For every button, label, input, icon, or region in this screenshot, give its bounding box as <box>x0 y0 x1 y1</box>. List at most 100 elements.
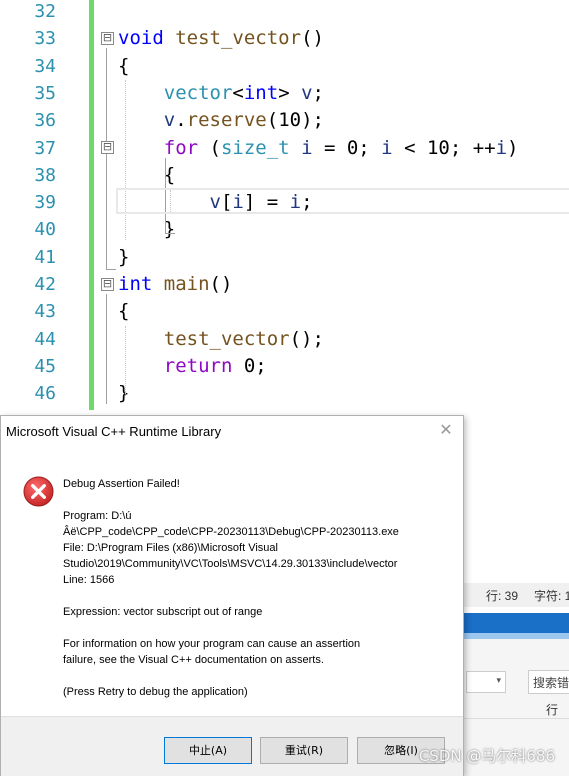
code-line[interactable]: { <box>118 53 129 80</box>
program-line-2: Âë\CPP_code\CPP_code\CPP-20230113\Debug\… <box>63 526 399 538</box>
code-line[interactable]: void test_vector() <box>118 25 324 52</box>
status-char: 字符: 1 <box>534 589 569 603</box>
close-icon[interactable]: ✕ <box>437 421 455 439</box>
code-line[interactable]: int main() <box>118 271 232 298</box>
code-editor[interactable]: 32 33 34 35 36 37 38 39 40 41 42 43 44 45 46 void test… <box>0 0 569 410</box>
code-token: test_vector <box>163 327 290 350</box>
watermark: CSDN @马尔科686 <box>418 747 555 765</box>
outline-guide-end <box>106 269 116 270</box>
fold-toggle-test-vector[interactable]: ⊟ <box>101 32 114 45</box>
retry-button[interactable]: 重试(R) <box>260 737 348 764</box>
file-line-1: File: D:\Program Files (x86)\Microsoft V… <box>63 542 278 554</box>
code-line[interactable]: for (size_t i = 0; i < 10; ++i) <box>118 135 519 162</box>
chevron-down-icon: ▾ <box>496 676 501 686</box>
code-token: } <box>118 382 130 405</box>
divider <box>464 718 569 719</box>
code-token: . <box>175 109 187 132</box>
dialog-button-bar: 中止(A) 重试(R) 忽略(I) <box>1 716 463 776</box>
code-line[interactable]: v.reserve(10); <box>118 107 324 134</box>
code-token: i <box>301 136 313 159</box>
indent-guide <box>125 326 126 396</box>
abort-button[interactable]: 中止(A) <box>164 737 252 764</box>
code-token: = 0; <box>312 136 382 159</box>
line-number: 33 <box>34 28 56 50</box>
code-line[interactable]: test_vector(); <box>118 326 324 353</box>
line-number: 41 <box>34 246 56 268</box>
filter-dropdown[interactable]: ▾ <box>466 671 506 693</box>
code-token: { <box>118 163 176 186</box>
error-icon <box>23 476 54 507</box>
code-token: } <box>118 245 130 268</box>
status-line: 行: 39 <box>486 589 519 603</box>
program-line-1: Program: D:\ú <box>63 510 132 522</box>
fold-toggle-for[interactable]: ⊟ <box>101 141 114 154</box>
code-token: test_vector <box>175 27 302 50</box>
outline-guide-main <box>106 294 107 404</box>
code-token: < 10; ++ <box>392 136 496 159</box>
line-number-text: Line: 1566 <box>63 574 115 586</box>
status-bar: 行: 39 字符: 1 <box>464 583 569 607</box>
search-input[interactable]: 搜索错 <box>528 670 569 694</box>
code-line[interactable]: return 0; <box>118 353 267 380</box>
dialog-title: Microsoft Visual C++ Runtime Library <box>6 424 222 439</box>
line-number: 35 <box>34 82 56 104</box>
code-token: () <box>301 27 324 50</box>
code-token: for <box>163 136 199 159</box>
code-token: (); <box>289 327 324 350</box>
code-token: int <box>118 273 153 295</box>
code-token: main <box>163 273 210 295</box>
code-token: reserve <box>186 109 267 132</box>
code-token: { <box>118 300 130 323</box>
code-token: size_t <box>220 136 290 159</box>
dialog-heading: Debug Assertion Failed! <box>63 478 180 490</box>
code-token: void <box>118 27 164 50</box>
retry-hint: (Press Retry to debug the application) <box>63 686 248 698</box>
info-line-1: For information on how your program can … <box>63 638 361 650</box>
outline-guide-for-end <box>165 233 175 234</box>
code-token: vector <box>163 81 233 104</box>
line-number: 32 <box>34 1 56 22</box>
code-line[interactable]: } <box>118 380 129 407</box>
code-token: i <box>381 136 393 159</box>
code-token: v <box>163 109 176 132</box>
line-number: 45 <box>34 355 56 377</box>
indent-guide <box>125 80 126 240</box>
assertion-dialog: Microsoft Visual C++ Runtime Library ✕ D… <box>0 415 464 776</box>
code-token: ( <box>198 136 221 159</box>
code-token: } <box>118 218 176 241</box>
code-token: return <box>163 354 233 377</box>
code-token: (10); <box>266 109 324 132</box>
line-number: 34 <box>34 55 56 77</box>
code-line[interactable]: } <box>118 216 175 243</box>
line-number: 44 <box>34 328 56 350</box>
code-token: { <box>118 54 130 77</box>
code-line[interactable]: vector<int> v; <box>118 80 324 107</box>
code-token: ) <box>507 136 519 159</box>
column-header-line: 行 <box>546 703 559 717</box>
line-number: 43 <box>34 301 56 323</box>
expression-text: Expression: vector subscript out of rang… <box>63 606 263 618</box>
line-number: 39 <box>34 192 56 214</box>
line-number: 36 <box>34 110 56 132</box>
line-number: 38 <box>34 164 56 186</box>
panel-header-bar <box>464 613 569 633</box>
code-token: i <box>495 136 508 159</box>
code-token: ; <box>312 81 324 104</box>
outline-guide-test-vector <box>106 48 107 270</box>
code-token: v <box>301 81 313 104</box>
code-line[interactable]: } <box>118 244 129 271</box>
change-tracking-bar <box>89 0 94 410</box>
line-number: 40 <box>34 219 56 241</box>
line-number: 37 <box>34 137 56 159</box>
code-token: () <box>209 273 233 295</box>
code-token: < <box>232 81 244 104</box>
code-token: int <box>243 81 279 104</box>
code-line[interactable]: { <box>118 162 175 189</box>
line-number: 42 <box>34 274 56 295</box>
fold-toggle-main[interactable]: ⊟ <box>101 278 114 291</box>
code-line[interactable]: { <box>118 298 129 325</box>
current-line-highlight <box>116 188 569 214</box>
